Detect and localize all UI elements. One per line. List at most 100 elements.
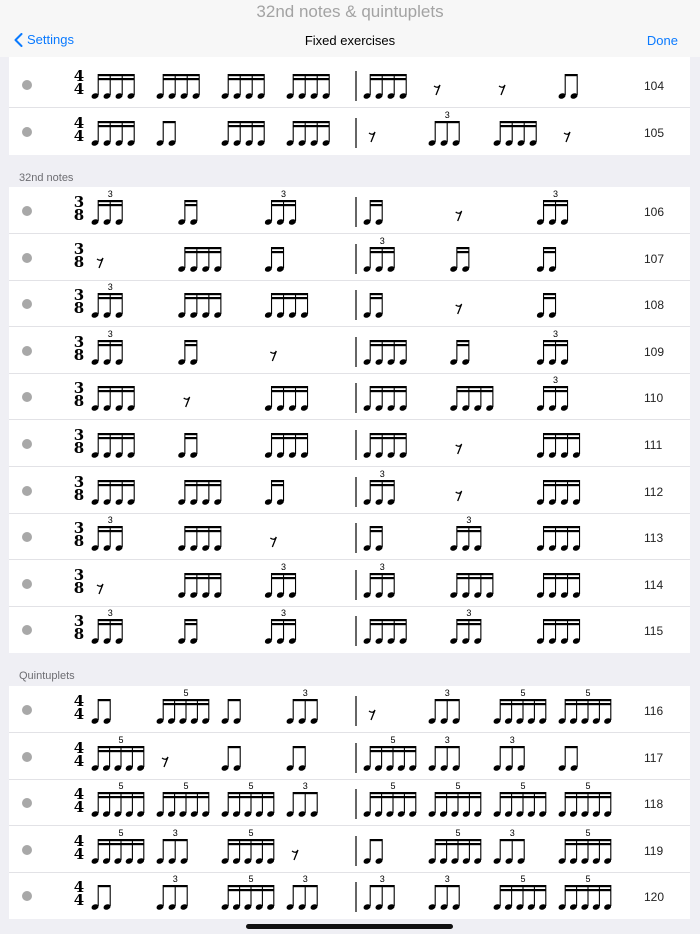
exercise-row[interactable]: 3 8 3 112 xyxy=(9,467,690,514)
tuplet-label: 3 xyxy=(281,562,286,572)
beam xyxy=(456,339,469,342)
status-dot-icon[interactable] xyxy=(22,798,32,809)
exercise-row[interactable]: 3 8 3 110 xyxy=(9,373,690,421)
beam xyxy=(228,699,241,702)
beam xyxy=(435,121,460,124)
tuplet-label: 3 xyxy=(445,688,450,698)
time-signature-bottom: 4 xyxy=(74,845,84,863)
status-dot-icon[interactable] xyxy=(22,392,32,403)
beam xyxy=(98,699,111,702)
beam xyxy=(456,250,469,253)
status-dot-icon[interactable] xyxy=(22,844,32,855)
status-dot-icon[interactable] xyxy=(22,345,32,356)
beam xyxy=(370,576,395,579)
exercise-row[interactable]: 3 8 3 3 3 115 xyxy=(9,606,690,653)
beam xyxy=(98,339,123,342)
status-dot-icon[interactable] xyxy=(22,705,32,715)
rest-icon xyxy=(161,756,169,767)
beam xyxy=(271,479,284,482)
exercise-number: 110 xyxy=(644,391,664,406)
beam xyxy=(98,433,135,436)
status-dot-icon[interactable] xyxy=(22,252,32,263)
home-indicator[interactable] xyxy=(246,924,453,929)
exercise-row[interactable]: 4 4 3 105 xyxy=(9,108,690,155)
beam xyxy=(228,745,241,748)
beam xyxy=(370,293,383,296)
exercise-row[interactable]: 3 8 3 3 114 xyxy=(9,560,690,607)
exercise-number: 109 xyxy=(644,344,665,359)
beam xyxy=(370,530,383,533)
status-dot-icon[interactable] xyxy=(22,751,32,762)
exercise-row[interactable]: 3 8 3 3 113 xyxy=(9,513,690,561)
beam xyxy=(98,78,135,81)
exercise-row[interactable]: 3 8 3 3 3 106 xyxy=(9,187,690,234)
tuplet-label: 3 xyxy=(108,515,113,525)
beam xyxy=(271,437,308,440)
rest-icon xyxy=(455,443,463,455)
tuplet-label: 3 xyxy=(553,329,558,339)
exercise-row[interactable]: 3 8 111 xyxy=(9,420,690,467)
beam xyxy=(184,204,197,207)
rest-icon xyxy=(183,397,191,408)
rest-icon xyxy=(368,131,376,143)
beam xyxy=(163,121,176,124)
exercise-group: 4 4 104 4 4 3 105 xyxy=(9,57,690,155)
beam xyxy=(370,250,395,253)
exercise-row[interactable]: 4 4 5 5 5 3 5 5 5 5 118 xyxy=(9,779,690,827)
beam xyxy=(543,343,568,346)
tuplet-label: 5 xyxy=(585,874,590,884)
status-dot-icon[interactable] xyxy=(22,485,32,496)
time-signature-bottom: 8 xyxy=(74,299,84,317)
beam xyxy=(98,479,135,482)
exercise-row[interactable]: 3 8 3 3 109 xyxy=(9,327,690,374)
beam xyxy=(370,572,395,575)
status-dot-icon[interactable] xyxy=(22,439,32,449)
beam xyxy=(271,200,296,203)
time-signature-bottom: 4 xyxy=(74,752,84,770)
beam xyxy=(456,343,469,346)
beam xyxy=(370,200,383,203)
exercise-row[interactable]: 4 4 5 3 3 5 5 116 xyxy=(9,686,690,733)
exercise-row[interactable]: 3 8 3 108 xyxy=(9,280,690,328)
status-dot-icon[interactable] xyxy=(22,532,32,543)
status-dot-icon[interactable] xyxy=(22,299,32,310)
beam xyxy=(184,572,221,575)
section-header: 32nd notes xyxy=(19,172,74,184)
beam xyxy=(271,293,308,296)
beam xyxy=(370,437,407,440)
status-dot-icon[interactable] xyxy=(22,206,32,216)
tuplet-label: 5 xyxy=(118,781,123,791)
beam xyxy=(98,297,123,300)
time-signature-bottom: 4 xyxy=(74,705,84,723)
beam xyxy=(370,749,416,752)
rhythm-staff: 383 xyxy=(74,375,569,414)
beam xyxy=(456,619,481,622)
beam xyxy=(271,623,296,626)
beam xyxy=(228,78,265,81)
tuplet-label: 5 xyxy=(248,781,253,791)
time-signature-bottom: 8 xyxy=(74,579,84,597)
exercise-row[interactable]: 4 4 5 3 5 5 3 5 119 xyxy=(9,826,690,873)
time-signature-bottom: 8 xyxy=(74,346,84,364)
status-dot-icon[interactable] xyxy=(22,891,32,902)
status-dot-icon[interactable] xyxy=(22,625,32,636)
beam xyxy=(370,204,383,207)
exercise-number: 106 xyxy=(644,205,665,219)
beam xyxy=(98,842,144,845)
status-dot-icon[interactable] xyxy=(22,578,32,589)
beam xyxy=(543,437,580,440)
done-button[interactable]: Done xyxy=(647,33,678,48)
tuplet-label: 3 xyxy=(380,236,385,246)
beam xyxy=(184,483,221,486)
tuplet-label: 5 xyxy=(118,735,123,745)
status-dot-icon[interactable] xyxy=(22,80,32,90)
beam xyxy=(184,437,197,440)
exercise-row[interactable]: 4 4 104 xyxy=(9,61,690,108)
tuplet-label: 5 xyxy=(585,781,590,791)
beam xyxy=(435,699,460,702)
beam xyxy=(228,889,274,892)
status-dot-icon[interactable] xyxy=(22,127,32,137)
exercise-row[interactable]: 4 4 5 5 3 3 117 xyxy=(9,733,690,780)
exercise-row[interactable]: 3 8 3 107 xyxy=(9,234,690,281)
exercise-row[interactable]: 4 4 3 5 3 3 3 5 5 120 xyxy=(9,872,690,919)
